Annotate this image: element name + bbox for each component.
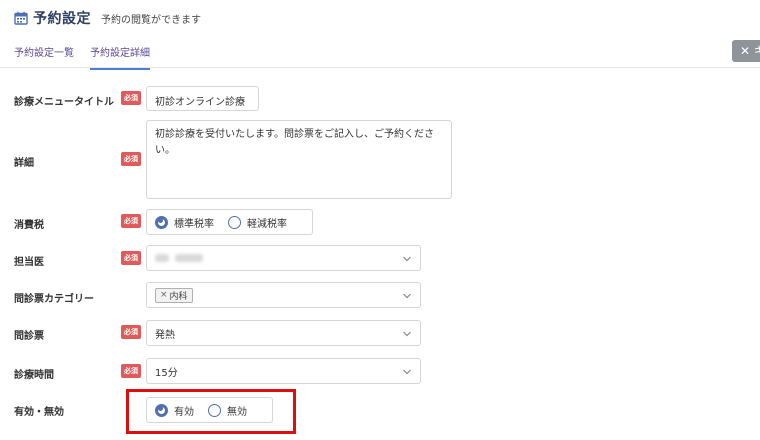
questionnaire-label: 問診票 (14, 331, 44, 342)
detail-label: 詳細 (14, 158, 34, 169)
doctor-select[interactable] (146, 245, 421, 271)
duration-select[interactable]: 15分 (146, 358, 421, 384)
page-title: 予約設定 (33, 11, 91, 27)
questionnaire-value: 発熱 (155, 329, 175, 341)
chevron-down-icon (403, 293, 411, 299)
required-badge: 必須 (121, 325, 141, 339)
radio-label: 軽減税率 (247, 218, 287, 230)
calendar-icon (14, 11, 28, 25)
radio-checked-icon (155, 215, 168, 229)
radio-standard-rate[interactable]: 標準税率 (155, 215, 214, 230)
obscured-name (155, 254, 169, 262)
remove-tag-icon[interactable]: × (160, 290, 168, 300)
detail-textarea[interactable]: 初診診療を受付いたします。問診票をご記入し、ご予約ください。 (146, 120, 452, 199)
tax-label: 消費税 (14, 220, 44, 231)
doctor-label: 担当医 (14, 257, 44, 268)
chevron-down-icon (403, 256, 411, 262)
highlight-box (126, 389, 296, 434)
radio-label: 標準税率 (174, 218, 214, 230)
tag-label: 内科 (169, 291, 188, 302)
chevron-down-icon (403, 369, 411, 375)
questionnaire-category-label: 問診票カテゴリー (14, 294, 94, 305)
required-badge: 必須 (121, 251, 141, 265)
required-badge: 必須 (121, 91, 141, 105)
category-tag: × 内科 (155, 287, 193, 303)
radio-unchecked-icon (228, 215, 241, 229)
radio-reduced-rate[interactable]: 軽減税率 (228, 215, 287, 230)
tax-radio-group: 標準税率 軽減税率 (146, 209, 313, 235)
duration-label: 診療時間 (14, 370, 54, 381)
required-badge: 必須 (121, 364, 141, 378)
menu-title-label: 診療メニュータイトル (14, 97, 114, 108)
page-header: 予約設定 予約の閲覧ができます (14, 8, 201, 28)
enabled-label: 有効・無効 (14, 407, 64, 418)
chevron-down-icon (403, 331, 411, 337)
page-subtitle: 予約の閲覧ができます (101, 14, 201, 26)
tabs-divider (0, 67, 760, 68)
close-button[interactable]: ✕ キ (732, 40, 760, 62)
questionnaire-select[interactable]: 発熱 (146, 320, 421, 346)
required-badge: 必須 (121, 152, 141, 166)
duration-value: 15分 (155, 367, 178, 379)
obscured-name (175, 254, 203, 262)
required-badge: 必須 (121, 214, 141, 228)
questionnaire-category-select[interactable]: × 内科 (146, 282, 421, 308)
menu-title-input[interactable]: 初診オンライン診療 (146, 86, 259, 111)
